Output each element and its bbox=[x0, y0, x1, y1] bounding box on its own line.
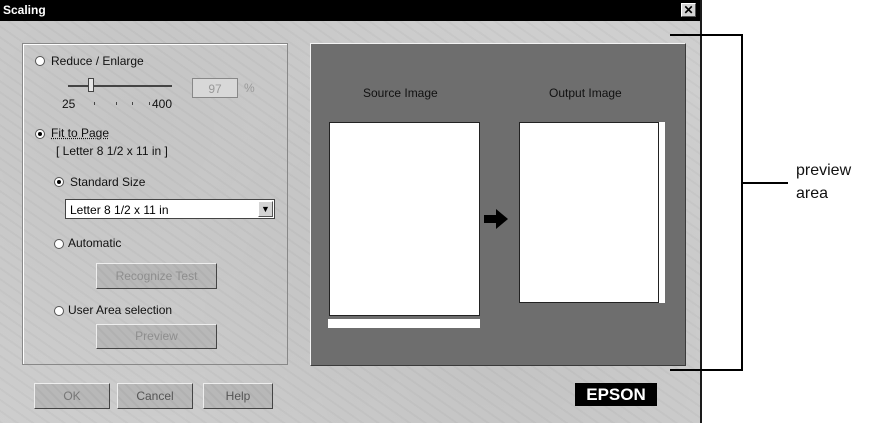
close-button[interactable]: ✕ bbox=[681, 3, 696, 17]
preview-area: Source Image Output Image bbox=[310, 43, 686, 366]
cancel-button[interactable]: Cancel bbox=[117, 383, 193, 409]
slider-tick bbox=[94, 102, 95, 105]
source-image-label: Source Image bbox=[363, 86, 438, 100]
bracket-pointer-line bbox=[743, 182, 788, 184]
reduce-enlarge-label: Reduce / Enlarge bbox=[51, 54, 144, 68]
source-image-strip bbox=[328, 319, 480, 328]
slider-tick bbox=[116, 102, 117, 105]
bracket-top-line bbox=[670, 34, 742, 36]
user-area-radio[interactable] bbox=[54, 306, 64, 316]
reduce-enlarge-radio[interactable] bbox=[35, 56, 45, 66]
standard-size-select[interactable]: Letter 8 1/2 x 11 in ▼ bbox=[65, 199, 275, 219]
source-image-page bbox=[329, 122, 480, 316]
help-button[interactable]: Help bbox=[203, 383, 273, 409]
scale-slider-thumb[interactable] bbox=[88, 78, 94, 92]
output-image-page bbox=[519, 122, 659, 303]
epson-logo: EPSON bbox=[575, 383, 657, 406]
percent-unit-label: % bbox=[244, 81, 255, 95]
annotation-area-text: area bbox=[796, 185, 829, 202]
standard-size-label: Standard Size bbox=[70, 175, 146, 189]
preview-button[interactable]: Preview bbox=[96, 324, 217, 349]
fit-to-page-label: Fit to Page bbox=[51, 126, 110, 140]
bracket-bottom-line bbox=[670, 369, 742, 371]
automatic-radio[interactable] bbox=[54, 239, 64, 249]
standard-size-value: Letter 8 1/2 x 11 in bbox=[70, 203, 169, 217]
fit-to-page-detail: [ Letter 8 1/2 x 11 in ] bbox=[56, 144, 168, 158]
slider-tick bbox=[132, 102, 133, 105]
slider-tick bbox=[149, 102, 150, 105]
window-title: Scaling bbox=[3, 3, 46, 17]
recognize-test-button[interactable]: Recognize Test bbox=[96, 263, 217, 289]
scale-slider-track[interactable] bbox=[68, 85, 172, 87]
slider-max-label: 400 bbox=[152, 97, 173, 111]
bracket-vertical-line bbox=[741, 34, 743, 371]
slider-min-label: 25 bbox=[62, 97, 76, 111]
output-image-label: Output Image bbox=[549, 86, 622, 100]
user-area-label: User Area selection bbox=[68, 303, 173, 317]
percent-input[interactable]: 97 bbox=[192, 78, 238, 98]
output-image-edge bbox=[659, 122, 665, 303]
ok-button[interactable]: OK bbox=[34, 383, 110, 409]
standard-size-radio[interactable] bbox=[54, 177, 64, 187]
fit-to-page-radio[interactable] bbox=[35, 129, 45, 139]
automatic-label: Automatic bbox=[68, 236, 122, 250]
scaling-dialog: Scaling ✕ Reduce / Enlarge 25 400 97 % F… bbox=[0, 0, 702, 423]
title-bar: Scaling ✕ bbox=[0, 0, 700, 21]
right-arrow-icon bbox=[484, 209, 508, 229]
close-icon: ✕ bbox=[683, 3, 694, 17]
dropdown-arrow-icon[interactable]: ▼ bbox=[258, 201, 273, 217]
annotation-preview-text: preview bbox=[796, 162, 852, 179]
